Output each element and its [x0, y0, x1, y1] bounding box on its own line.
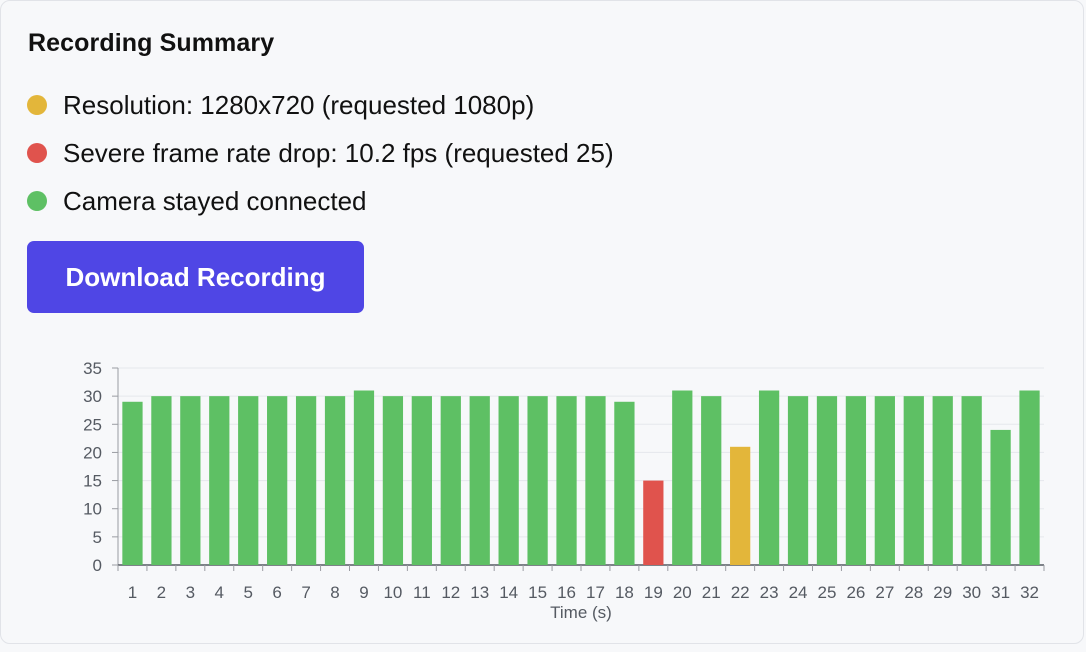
x-tick-label: 13 [470, 583, 489, 602]
bar-10 [382, 396, 404, 565]
x-tick-label: 26 [846, 583, 865, 602]
bar-14 [498, 396, 519, 565]
download-recording-button[interactable]: Download Recording [27, 241, 364, 313]
fps-chart: 0 5 10 15 20 25 30 35 1 2 3 4 5 6 7 8 9 10 11 12 13 14 15 16 17 1… [1, 341, 1086, 647]
x-tick-label: 16 [557, 583, 576, 602]
y-tick-label: 25 [83, 415, 102, 434]
y-tick-label: 0 [93, 556, 102, 575]
bar-28 [903, 396, 924, 565]
y-tick-label: 30 [83, 387, 102, 406]
bar-13 [469, 396, 490, 565]
x-tick-label: 28 [904, 583, 923, 602]
ok-status-dot-icon [27, 191, 47, 211]
x-tick-label: 27 [875, 583, 894, 602]
status-item-connection: Camera stayed connected [27, 177, 614, 225]
bar-19 [643, 480, 664, 565]
bar-5 [238, 396, 259, 565]
x-tick-label: 11 [413, 583, 431, 602]
bar-17 [585, 396, 606, 565]
bar-9 [353, 390, 375, 565]
bar-20 [672, 390, 693, 565]
bar-15 [527, 396, 548, 565]
warning-status-dot-icon [27, 95, 47, 115]
x-tick-label: 22 [731, 583, 750, 602]
status-item-frame-rate: Severe frame rate drop: 10.2 fps (reques… [27, 129, 614, 177]
bar-31 [990, 429, 1011, 565]
x-tick-label: 18 [615, 583, 634, 602]
bar-25 [816, 396, 838, 565]
y-tick-label: 5 [93, 528, 102, 547]
x-tick-label: 25 [818, 583, 837, 602]
bar-12 [440, 396, 461, 565]
bar-2 [151, 396, 172, 565]
x-tick-label: 4 [215, 583, 224, 602]
x-tick-label: 20 [673, 583, 692, 602]
y-tick-label: 20 [83, 443, 102, 462]
error-status-dot-icon [27, 143, 47, 163]
bar-24 [787, 396, 809, 565]
bar-7 [295, 396, 317, 565]
x-tick-label: 9 [359, 583, 368, 602]
x-tick-label: 2 [157, 583, 166, 602]
x-tick-label: 1 [128, 583, 137, 602]
bar-4 [209, 396, 230, 565]
bar-1 [122, 401, 143, 565]
bar-32 [1019, 390, 1040, 565]
x-tick-label: 23 [760, 583, 779, 602]
x-tick-label: 8 [330, 583, 339, 602]
recording-summary-card: Recording Summary Resolution: 1280x720 (… [0, 0, 1084, 644]
x-tick-label: 30 [962, 583, 981, 602]
x-tick-label: 7 [301, 583, 310, 602]
x-tick-label: 5 [243, 583, 252, 602]
y-tick-label: 15 [83, 472, 102, 491]
bar-27 [874, 396, 895, 565]
x-tick-label: 29 [933, 583, 952, 602]
x-tick-label: 10 [383, 583, 402, 602]
bar-21 [701, 396, 722, 565]
bar-30 [961, 396, 982, 565]
status-item-resolution: Resolution: 1280x720 (requested 1080p) [27, 81, 614, 129]
status-text-frame-rate: Severe frame rate drop: 10.2 fps (reques… [63, 138, 614, 168]
status-text-resolution: Resolution: 1280x720 (requested 1080p) [63, 90, 535, 120]
x-axis-title: Time (s) [550, 603, 612, 622]
x-tick-label: 14 [499, 583, 518, 602]
bar-8 [324, 396, 346, 565]
x-tick-label: 15 [528, 583, 547, 602]
x-tick-label: 19 [644, 583, 663, 602]
status-list: Resolution: 1280x720 (requested 1080p) S… [27, 81, 614, 225]
bar-3 [180, 396, 201, 565]
y-tick-label: 35 [83, 359, 102, 378]
summary-title: Recording Summary [28, 29, 275, 57]
x-tick-label: 32 [1020, 583, 1039, 602]
bar-16 [556, 396, 577, 565]
bar-11 [411, 396, 432, 565]
bar-23 [758, 390, 780, 565]
x-tick-label: 21 [702, 583, 721, 602]
bar-18 [614, 401, 635, 565]
fps-bar-chart: 051015202530351 2 3 4 5 6 7 8 9 10 11 12 13 14 15 16 17 1… [83, 359, 1045, 622]
x-tick-label: 17 [586, 583, 605, 602]
bar-29 [932, 396, 953, 565]
x-tick-label: 31 [991, 583, 1010, 602]
bar-6 [267, 396, 288, 565]
x-tick-label: 12 [441, 583, 460, 602]
x-tick-label: 3 [186, 583, 195, 602]
x-tick-label: 6 [272, 583, 281, 602]
bar-26 [845, 396, 867, 565]
x-tick-label: 24 [789, 583, 808, 602]
status-text-connection: Camera stayed connected [63, 186, 367, 216]
bar-22 [730, 446, 751, 565]
y-tick-label: 10 [83, 500, 102, 519]
